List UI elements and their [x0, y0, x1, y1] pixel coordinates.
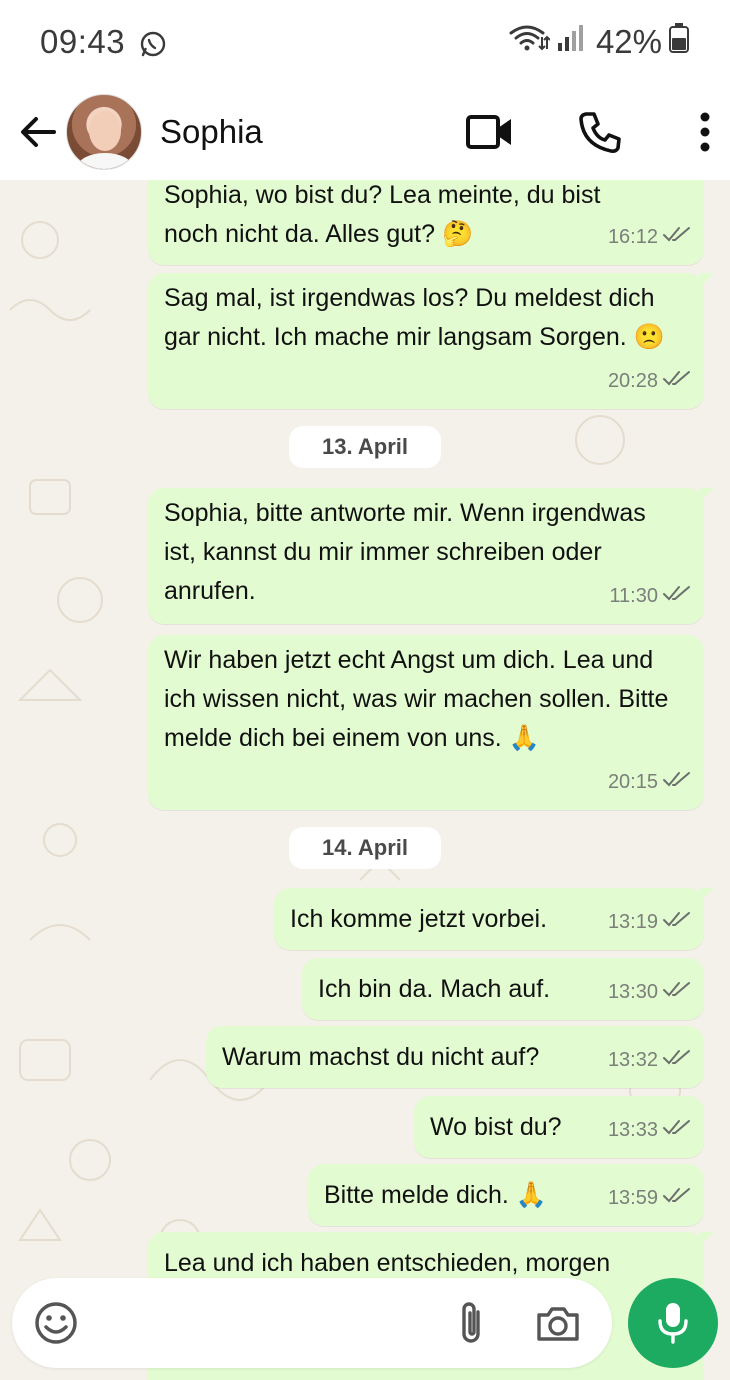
mic-icon[interactable] [628, 1278, 718, 1368]
message-time: 20:15 [607, 771, 658, 793]
message-time: 13:33 [607, 1119, 658, 1141]
video-call-icon[interactable] [450, 92, 530, 172]
message-meta: 20:28 [608, 362, 692, 401]
avatar[interactable] [66, 94, 142, 170]
wifi-icon [508, 23, 551, 61]
avatar-shirt [77, 153, 133, 169]
date-separator: 13. April [289, 426, 441, 468]
message-time: 11:30 [609, 585, 658, 607]
date-separator: 14. April [289, 827, 441, 869]
message-meta: 13:32 [608, 1041, 692, 1080]
message-meta: 13:59 [608, 1179, 692, 1218]
message-bubble[interactable]: Sophia, wo bist du? Lea meinte, du bist … [148, 180, 704, 265]
chat-screen: 09:43 42% Sophia Sophia, wo bist du? Lea… [0, 0, 730, 1380]
header-actions [450, 92, 730, 172]
message-input[interactable] [86, 1293, 442, 1353]
message-meta: 13:30 [608, 973, 692, 1012]
message-bubble[interactable]: Wir haben jetzt echt Angst um dich. Lea … [148, 635, 704, 810]
voice-call-icon[interactable] [560, 92, 640, 172]
message-time: 20:28 [607, 370, 658, 392]
signal-icon [556, 23, 586, 61]
read-ticks-icon [662, 1111, 692, 1150]
whatsapp-icon [139, 28, 167, 57]
read-ticks-icon [662, 577, 692, 616]
camera-icon[interactable] [528, 1293, 588, 1353]
bubble-tail [700, 888, 714, 902]
message-text: Lea und ich haben entschieden, morgen [164, 1249, 611, 1277]
message-bubble[interactable]: Sophia, bitte antworte mir. Wenn irgendw… [148, 488, 714, 624]
message-meta: 16:12 [608, 218, 692, 257]
bubble-tail [700, 1232, 714, 1246]
status-bar: 09:43 42% [0, 0, 730, 84]
message-bubble[interactable]: Ich bin da. Mach auf. 13:30 [302, 958, 704, 1020]
message-time: 13:59 [607, 1187, 658, 1209]
message-meta: 13:19 [608, 903, 692, 942]
message-time: 16:12 [607, 226, 658, 248]
message-text: Wir haben jetzt echt Angst um dich. Lea … [164, 646, 669, 752]
read-ticks-icon [662, 763, 692, 802]
read-ticks-icon [662, 362, 692, 401]
message-composer [12, 1278, 612, 1368]
more-options-icon[interactable] [670, 92, 730, 172]
message-bubble[interactable]: Sag mal, ist irgendwas los? Du meldest d… [148, 273, 714, 409]
message-meta: 13:33 [608, 1111, 692, 1150]
message-time: 13:32 [607, 1049, 658, 1071]
attach-icon[interactable] [442, 1293, 502, 1353]
read-ticks-icon [662, 1041, 692, 1080]
battery-icon [668, 22, 690, 62]
emoji-icon[interactable] [26, 1293, 86, 1353]
status-icons: 42% [508, 22, 690, 62]
chat-area[interactable]: Sophia, wo bist du? Lea meinte, du bist … [0, 180, 730, 1380]
avatar-face [89, 111, 121, 151]
message-bubble[interactable]: Wo bist du? 13:33 [414, 1096, 704, 1158]
message-bubble[interactable]: Warum machst du nicht auf? 13:32 [206, 1026, 704, 1088]
message-text: Sag mal, ist irgendwas los? Du meldest d… [164, 284, 665, 351]
message-time: 13:30 [607, 981, 658, 1003]
message-time: 13:19 [607, 911, 658, 933]
read-ticks-icon [662, 973, 692, 1012]
read-ticks-icon [662, 903, 692, 942]
bubble-tail [700, 273, 714, 287]
message-bubble[interactable]: Bitte melde dich. 🙏 13:59 [308, 1164, 704, 1226]
chat-header: Sophia [0, 84, 730, 180]
read-ticks-icon [662, 1179, 692, 1218]
battery-percent: 42% [595, 23, 662, 60]
bubble-tail [700, 488, 714, 502]
back-arrow-icon[interactable] [6, 100, 70, 164]
status-time: 09:43 [40, 23, 126, 60]
read-ticks-icon [662, 218, 692, 257]
message-meta: 11:30 [609, 577, 692, 616]
message-bubble[interactable]: Ich komme jetzt vorbei. 13:19 [274, 888, 714, 950]
message-meta: 20:15 [608, 763, 692, 802]
contact-name[interactable]: Sophia [160, 113, 263, 151]
